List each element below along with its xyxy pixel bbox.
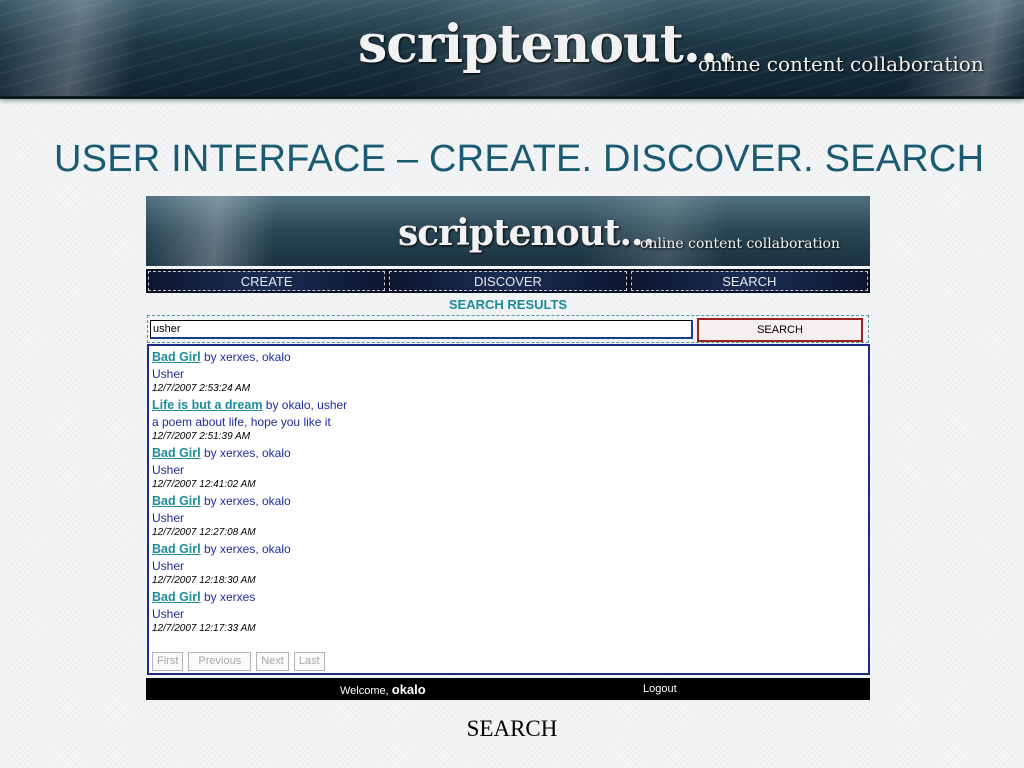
last-page-button[interactable]: Last (293, 652, 325, 671)
next-page-button[interactable]: Next (256, 652, 289, 671)
result-title-link[interactable]: Bad Girl (152, 542, 201, 556)
banner-logo: scriptenout... (358, 14, 735, 75)
result-authors: by okalo, usher (265, 398, 348, 412)
results-panel: Bad Girl by xerxes, okalo Usher 12/7/200… (147, 344, 870, 675)
result-authors: by xerxes, okalo (203, 494, 291, 508)
result-title-link[interactable]: Bad Girl (152, 494, 201, 508)
result-item: Bad Girl by xerxes, okalo Usher 12/7/200… (152, 494, 652, 538)
username: okalo (391, 682, 426, 697)
result-timestamp: 12/7/2007 2:51:39 AM (152, 431, 251, 442)
search-input[interactable] (150, 320, 693, 339)
result-timestamp: 12/7/2007 12:17:33 AM (152, 623, 256, 634)
first-page-button[interactable]: First (152, 652, 184, 671)
nav-create[interactable]: CREATE (148, 271, 386, 291)
welcome-message: Welcome, okalo (340, 682, 426, 697)
nav-discover[interactable]: DISCOVER (389, 271, 627, 291)
result-item: Bad Girl by xerxes, okalo Usher 12/7/200… (152, 446, 652, 490)
app-window: scriptenout... online content collaborat… (146, 196, 870, 700)
search-results-heading: SEARCH RESULTS (448, 297, 568, 312)
main-nav: CREATE DISCOVER SEARCH (146, 269, 870, 293)
result-description: Usher (152, 511, 185, 525)
result-description: Usher (152, 463, 185, 477)
result-timestamp: 12/7/2007 12:41:02 AM (152, 479, 256, 490)
result-authors: by xerxes, okalo (203, 542, 291, 556)
result-authors: by xerxes, okalo (203, 350, 291, 364)
result-description: Usher (152, 607, 185, 621)
result-title-link[interactable]: Bad Girl (152, 350, 201, 364)
nav-search[interactable]: SEARCH (630, 271, 868, 291)
result-authors: by xerxes, okalo (203, 446, 291, 460)
result-item: Bad Girl by xerxes, okalo Usher 12/7/200… (152, 542, 652, 586)
result-authors: by xerxes (203, 590, 256, 604)
slide-title: USER INTERFACE – CREATE. DISCOVER. SEARC… (54, 138, 985, 180)
result-item: Bad Girl by xerxes Usher 12/7/2007 12:17… (152, 590, 652, 634)
result-item: Life is but a dream by okalo, usher a po… (152, 398, 652, 442)
result-title-link[interactable]: Bad Girl (152, 446, 201, 460)
result-timestamp: 12/7/2007 12:27:08 AM (152, 527, 256, 538)
result-timestamp: 12/7/2007 12:18:30 AM (152, 575, 256, 586)
banner-tagline: online content collaboration (698, 52, 984, 76)
app-footer: Welcome, okalo Logout (146, 678, 870, 700)
search-button[interactable]: SEARCH (697, 318, 863, 342)
result-title-link[interactable]: Bad Girl (152, 590, 201, 604)
result-description: a poem about life, hope you like it (152, 415, 331, 429)
result-item: Bad Girl by xerxes, okalo Usher 12/7/200… (152, 350, 652, 394)
app-logo[interactable]: scriptenout... (398, 212, 655, 254)
app-header: scriptenout... online content collaborat… (146, 196, 870, 266)
result-description: Usher (152, 559, 185, 573)
welcome-label: Welcome, (340, 685, 389, 697)
slide-banner: scriptenout... online content collaborat… (0, 0, 1024, 99)
result-description: Usher (152, 367, 185, 381)
logout-link[interactable]: Logout (643, 683, 677, 695)
slide-caption: SEARCH (466, 716, 558, 741)
search-bar: SEARCH (147, 315, 869, 343)
pagination: First Previous Next Last (152, 652, 325, 671)
app-tagline: online content collaboration (640, 236, 840, 252)
result-title-link[interactable]: Life is but a dream (152, 398, 262, 412)
previous-page-button[interactable]: Previous (188, 652, 252, 671)
result-timestamp: 12/7/2007 2:53:24 AM (152, 383, 251, 394)
